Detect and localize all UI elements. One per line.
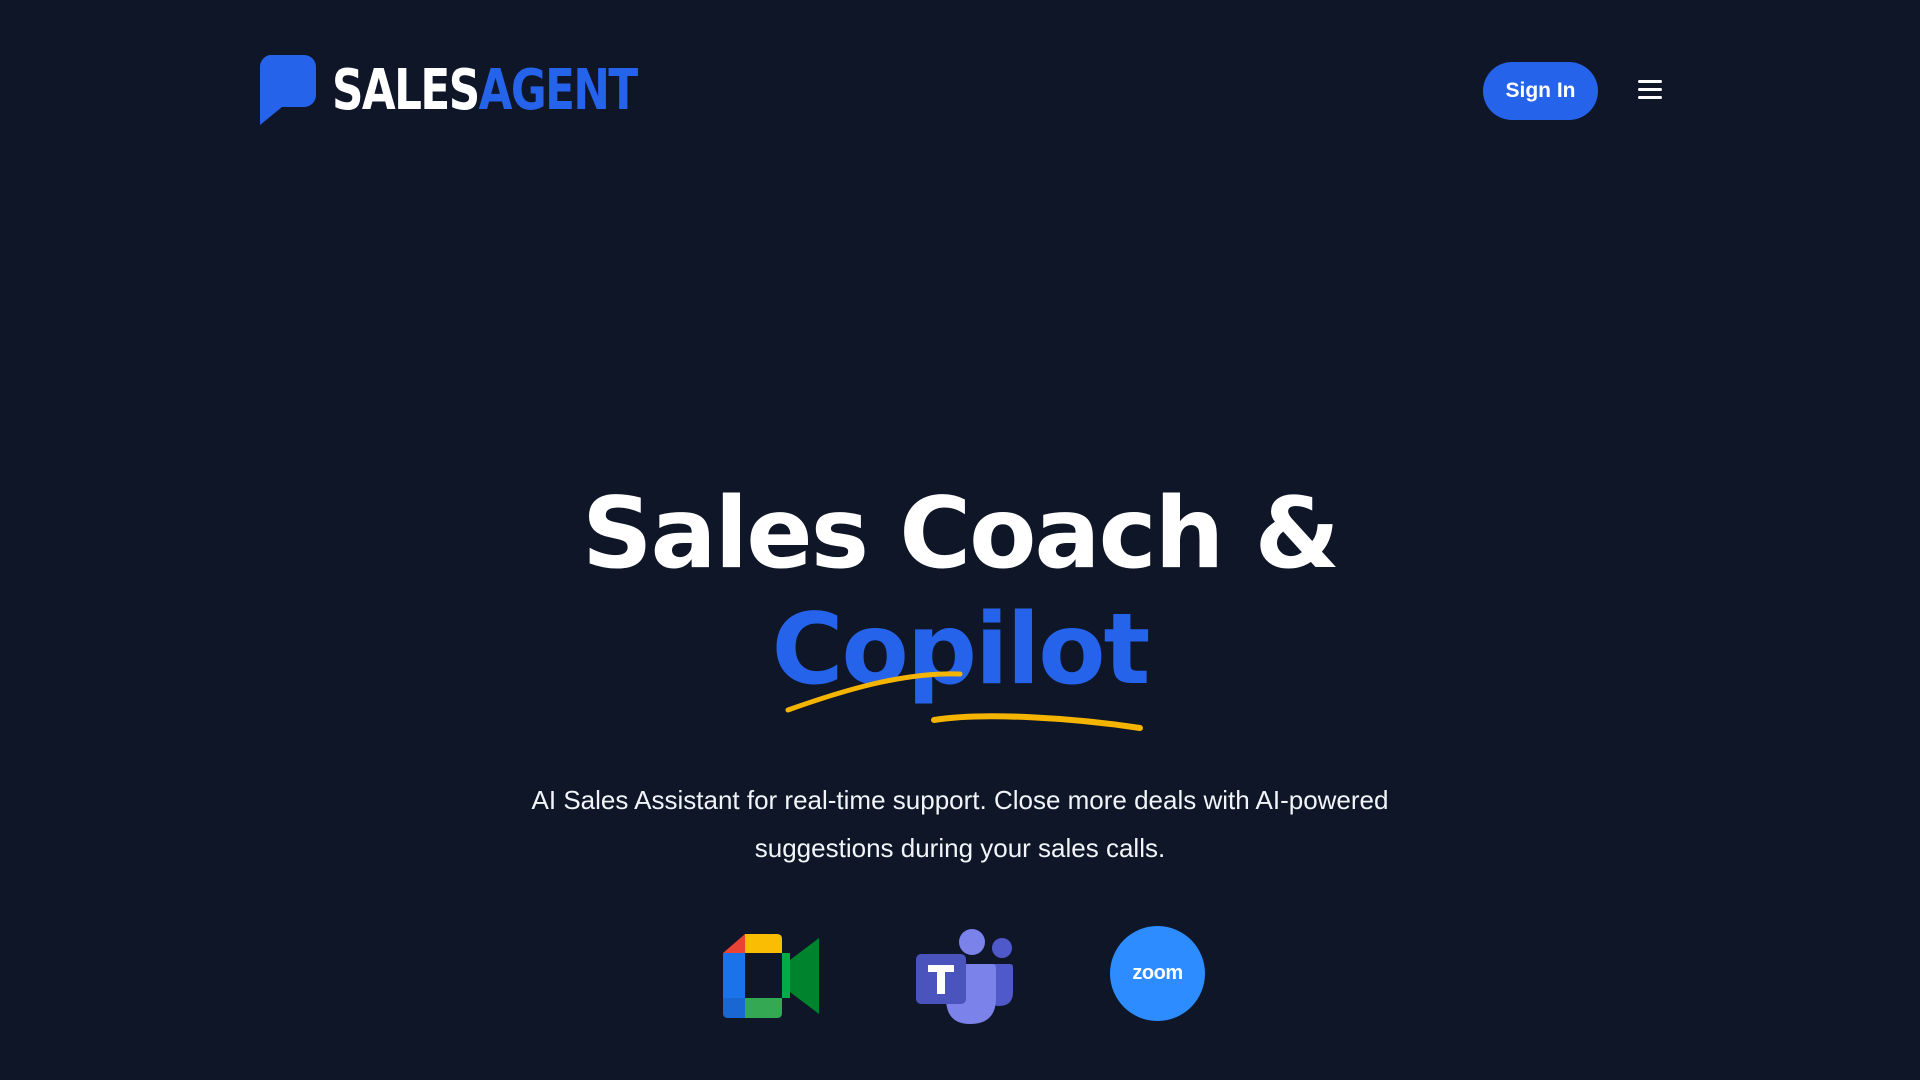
sign-in-button[interactable]: Sign In (1483, 62, 1598, 120)
landing-page: SALESAGENT Sign In Sales Coach & Copilot… (0, 0, 1920, 1080)
brand-wordmark-sales: SALES (332, 58, 480, 123)
menu-bar (1638, 88, 1662, 91)
google-meet-icon[interactable] (721, 926, 821, 1026)
microsoft-teams-icon[interactable] (914, 926, 1014, 1026)
hamburger-menu-icon[interactable] (1636, 78, 1664, 104)
brand-wordmark: SALESAGENT (332, 63, 638, 119)
menu-bar (1638, 96, 1662, 99)
underline-swoosh-icon (785, 671, 1143, 731)
zoom-icon[interactable]: zoom (1110, 926, 1210, 1026)
integrations-row: zoom (0, 926, 1920, 1026)
zoom-logo: zoom (1110, 926, 1205, 1021)
speech-bubble-icon (259, 55, 316, 125)
hero-subtitle: AI Sales Assistant for real-time support… (531, 785, 1389, 863)
hero-title-line1: Sales Coach & (581, 477, 1340, 591)
menu-bar (1638, 80, 1662, 83)
brand-logo[interactable]: SALESAGENT (258, 55, 723, 127)
brand-wordmark-agent: AGENT (478, 58, 639, 123)
